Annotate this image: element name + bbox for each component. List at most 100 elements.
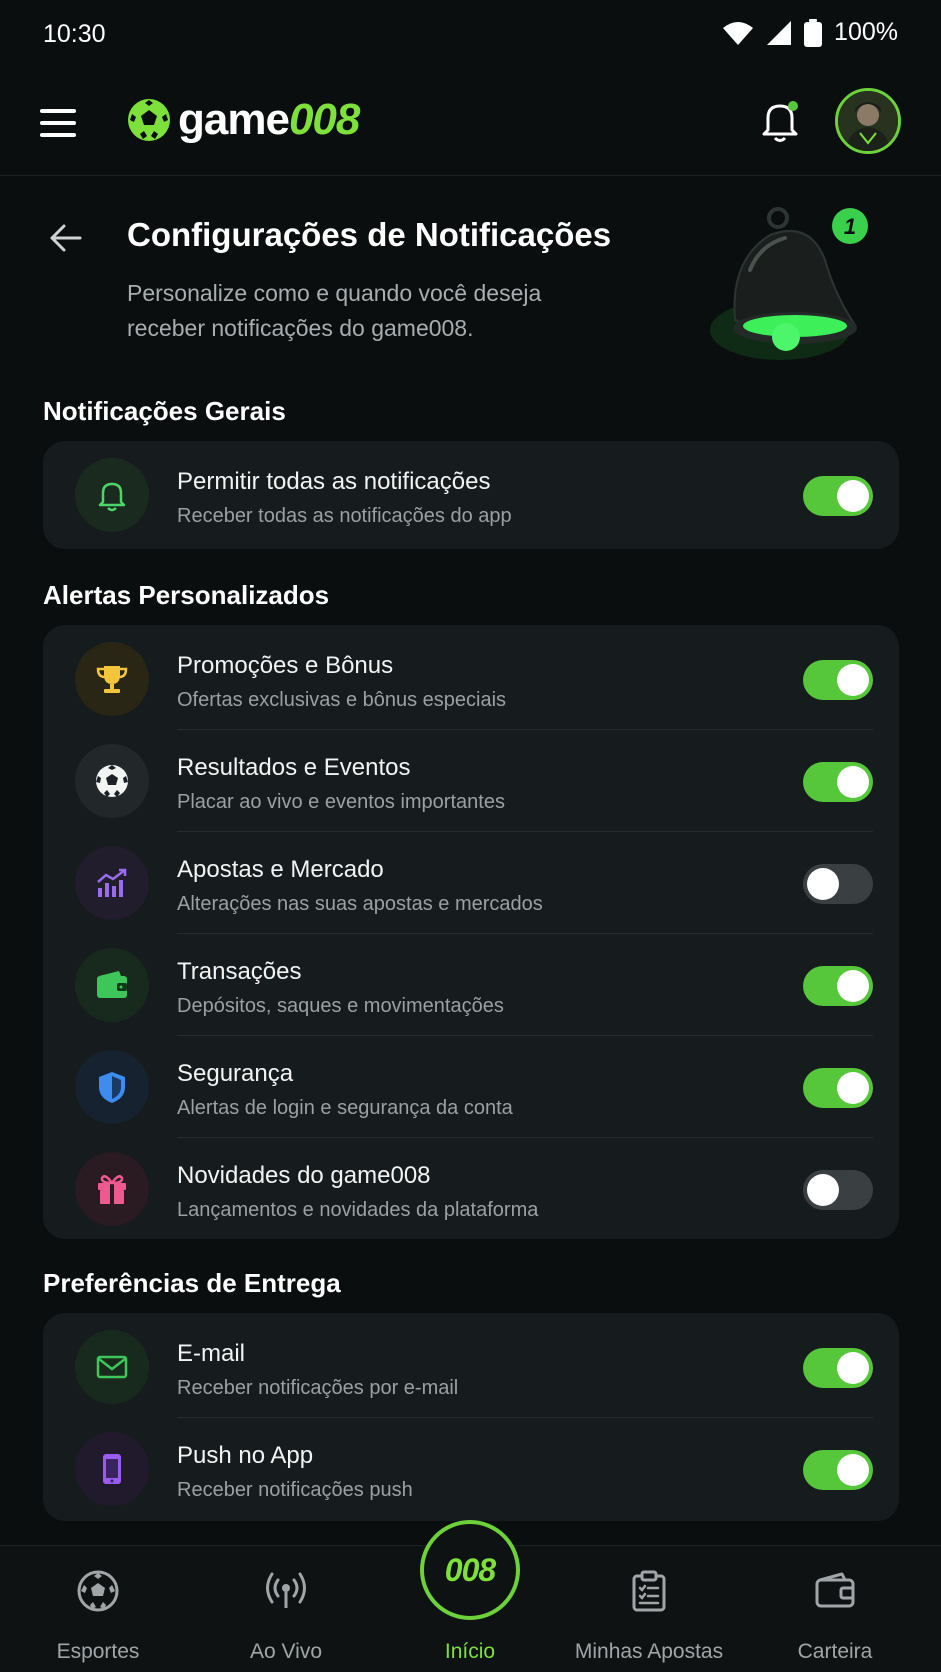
nav-item-my-bets[interactable]: Minhas Apostas [564,1546,734,1672]
wifi-icon [723,21,754,45]
setting-row-bets[interactable]: Apostas e Mercado Alterações nas suas ap… [43,832,899,934]
card-custom: Promoções e Bônus Ofertas exclusivas e b… [43,625,899,1239]
nav-label: Carteira [797,1640,873,1663]
logo-text: game008 [178,95,360,144]
chart-icon [75,846,149,920]
battery-icon [804,18,823,47]
toggle-knob [837,1352,869,1384]
toggle-knob [837,480,869,512]
wallet-icon [75,948,149,1022]
nav-label: Minhas Apostas [574,1640,724,1663]
bell-icon [762,101,798,142]
nav-item-home[interactable]: 008 [420,1520,520,1620]
toggle-switch[interactable] [803,1068,873,1108]
broadcast-icon [266,1572,306,1608]
hero-badge-count: 1 [844,214,856,239]
setting-row-all[interactable]: Permitir todas as notificações Receber t… [43,444,899,546]
phone-icon [75,1432,149,1506]
user-avatar[interactable] [835,88,901,154]
nav-item-wallet[interactable]: Carteira [750,1546,920,1672]
setting-description: Receber notificações por e-mail [177,1377,459,1399]
toggle-switch[interactable] [803,1450,873,1490]
wallet-icon [815,1572,855,1608]
toggle-knob [837,766,869,798]
logo-ball-icon [128,99,170,141]
section-title-delivery: Preferências de Entrega [43,1268,341,1298]
setting-label: E-mail [177,1340,246,1367]
setting-row-transactions[interactable]: Transações Depósitos, saques e movimenta… [43,934,899,1036]
home-logo-icon: 008 [444,1551,496,1588]
section-title-custom: Alertas Personalizados [43,580,330,610]
battery-percent: 100% [834,18,898,46]
nav-label: Ao Vivo [250,1640,322,1663]
bell-icon [75,458,149,532]
bottom-nav: Esportes Ao Vivo 008 Início Minhas Apost… [0,1520,941,1672]
nav-item-live[interactable]: Ao Vivo [201,1546,371,1672]
section-title-general: Notificações Gerais [43,396,286,426]
bell-3d-icon: 1 [710,207,868,360]
clipboard-icon [632,1570,666,1612]
status-time: 10:30 [43,20,106,48]
app-logo[interactable]: game008 [126,94,360,146]
status-bar: 10:30 100% [0,0,941,70]
setting-row-email[interactable]: E-mail Receber notificações por e-mail [43,1316,899,1418]
card-delivery: E-mail Receber notificações por e-mail P… [43,1313,899,1521]
hero-bell-illustration: 1 [690,200,890,380]
setting-row-promotions[interactable]: Promoções e Bônus Ofertas exclusivas e b… [43,628,899,730]
setting-row-news[interactable]: Novidades do game008 Lançamentos e novid… [43,1138,899,1240]
notifications-button[interactable] [760,98,800,144]
setting-label: Transações [177,958,302,985]
soccer-ball-icon [75,744,149,818]
toggle-switch[interactable] [803,762,873,802]
toggle-knob [837,1072,869,1104]
back-button[interactable] [44,216,88,260]
status-icons: 100% [722,18,898,47]
setting-label: Apostas e Mercado [177,856,384,883]
toggle-switch[interactable] [803,476,873,516]
setting-row-security[interactable]: Segurança Alertas de login e segurança d… [43,1036,899,1138]
setting-label: Promoções e Bônus [177,652,394,679]
setting-description: Placar ao vivo e eventos importantes [177,791,505,813]
toggle-knob [807,1174,839,1206]
menu-button[interactable] [40,100,86,146]
setting-description: Receber todas as notificações do app [177,505,512,527]
toggle-knob [807,868,839,900]
setting-description: Lançamentos e novidades da plataforma [177,1199,539,1221]
setting-description: Alterações nas suas apostas e mercados [177,893,543,915]
shield-icon [75,1050,149,1124]
toggle-switch[interactable] [803,1348,873,1388]
setting-label: Permitir todas as notificações [177,468,491,495]
arrow-left-icon [50,224,82,252]
toggle-switch[interactable] [803,660,873,700]
app-bar: game008 [0,70,941,176]
setting-description: Alertas de login e segurança da conta [177,1097,513,1119]
page-subtitle: Personalize como e quando você deseja re… [127,280,542,341]
setting-label: Push no App [177,1442,314,1469]
setting-row-push[interactable]: Push no App Receber notificações push [43,1418,899,1520]
toggle-knob [837,970,869,1002]
toggle-switch[interactable] [803,966,873,1006]
mail-icon [75,1330,149,1404]
setting-description: Ofertas exclusivas e bônus especiais [177,689,507,711]
toggle-switch[interactable] [803,1170,873,1210]
trophy-icon [75,642,149,716]
signal-icon [767,20,792,45]
toggle-switch[interactable] [803,864,873,904]
gift-icon [75,1152,149,1226]
setting-label: Segurança [177,1060,294,1087]
setting-description: Receber notificações push [177,1479,413,1501]
setting-row-results[interactable]: Resultados e Eventos Placar ao vivo e ev… [43,730,899,832]
toggle-knob [837,1454,869,1486]
setting-label: Novidades do game008 [177,1162,431,1189]
setting-label: Resultados e Eventos [177,754,411,781]
toggle-knob [837,664,869,696]
card-general: Permitir todas as notificações Receber t… [43,441,899,549]
menu-icon [40,109,76,113]
nav-item-sports[interactable]: Esportes [13,1546,183,1672]
soccer-ball-icon [77,1570,119,1612]
page-title: Configurações de Notificações [127,216,612,253]
nav-label: Esportes [56,1640,140,1663]
setting-description: Depósitos, saques e movimentações [177,995,504,1017]
avatar-icon [838,91,898,151]
nav-label-home: Início [444,1640,496,1663]
